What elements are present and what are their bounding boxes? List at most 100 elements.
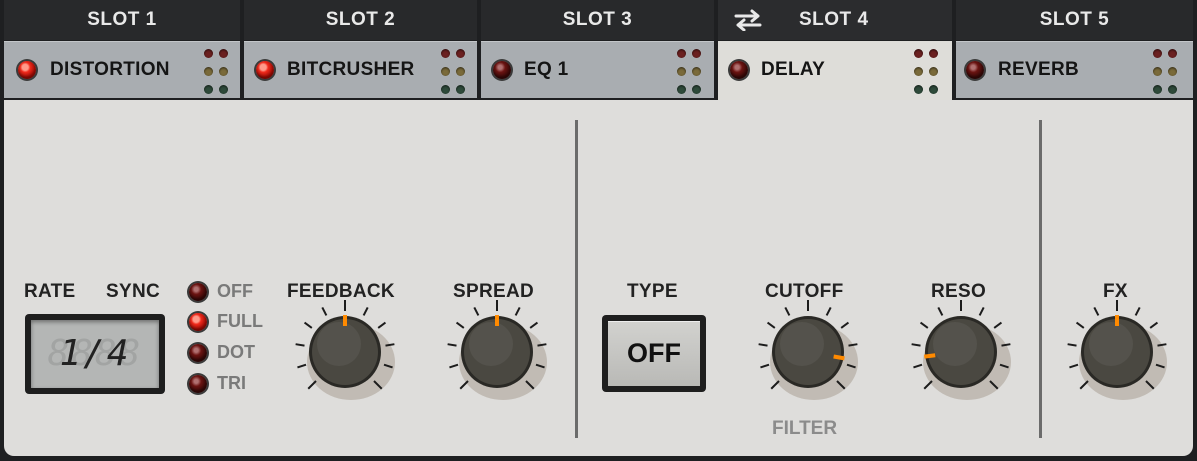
grip-dot <box>1153 67 1162 76</box>
sync-dot-led[interactable] <box>189 344 207 362</box>
swap-arrows-icon[interactable] <box>732 9 764 31</box>
sync-label: SYNC <box>106 281 160 302</box>
knob-tick <box>1075 321 1085 329</box>
slot-2-grip-dots-icon[interactable] <box>441 49 471 94</box>
knob-highlight <box>469 322 513 366</box>
grip-dot <box>677 49 686 58</box>
grip-dot <box>204 67 213 76</box>
spread-knob[interactable] <box>437 292 557 412</box>
knob-tick <box>1001 343 1011 347</box>
slot-5-power-led[interactable] <box>966 61 984 79</box>
sync-dot-label[interactable]: DOT <box>217 342 255 363</box>
slot-3-body[interactable]: EQ 1 <box>481 41 714 98</box>
slot-1-power-led[interactable] <box>18 61 36 79</box>
rate-display[interactable]: 8888 1/4 <box>25 314 165 394</box>
filter-section-label: FILTER <box>772 418 838 439</box>
knob-tick <box>385 343 395 347</box>
sync-tri-led[interactable] <box>189 375 207 393</box>
slot-5-body[interactable]: REVERB <box>956 41 1193 98</box>
reso-knob[interactable] <box>901 292 1021 412</box>
knob-tick <box>473 306 480 316</box>
rate-label: RATE <box>24 281 76 302</box>
feedback-knob[interactable] <box>285 292 405 412</box>
slot-3-effect-name: EQ 1 <box>524 59 569 80</box>
slot-3-power-led[interactable] <box>493 61 511 79</box>
type-button-frame[interactable]: OFF <box>602 315 706 392</box>
grip-dot <box>456 67 465 76</box>
knob-highlight <box>317 322 361 366</box>
grip-dot <box>692 67 701 76</box>
slot-3-grip-dots-icon[interactable] <box>677 49 707 94</box>
grip-dot <box>914 67 923 76</box>
slot-4-effect-name: DELAY <box>761 59 826 80</box>
slot-1[interactable]: SLOT 1 DISTORTION <box>4 0 240 100</box>
grip-dot <box>929 85 938 94</box>
grip-dot <box>929 67 938 76</box>
slot-4-grip-dots-icon[interactable] <box>914 49 944 94</box>
knob-pointer <box>833 354 845 361</box>
section-divider <box>1039 120 1042 438</box>
sync-off-led[interactable] <box>189 283 207 301</box>
knob-tick <box>529 321 539 329</box>
slot-2[interactable]: SLOT 2 BITCRUSHER <box>244 0 477 100</box>
slot-3-header[interactable]: SLOT 3 <box>481 0 714 40</box>
fx-knob[interactable] <box>1057 292 1177 412</box>
knob-tick <box>295 343 305 347</box>
section-divider <box>575 120 578 438</box>
knob-tick <box>993 321 1003 329</box>
knob-tick <box>537 343 547 347</box>
knob-tick <box>760 363 770 369</box>
knob-tick <box>307 380 317 390</box>
sync-full-led[interactable] <box>189 313 207 331</box>
knob-tick <box>770 380 780 390</box>
knob-highlight <box>780 322 824 366</box>
knob-tick <box>1079 380 1089 390</box>
rate-value: 1/4 <box>59 333 131 374</box>
slot-1-body[interactable]: DISTORTION <box>4 41 240 98</box>
grip-dot <box>204 49 213 58</box>
rate-lcd[interactable]: 8888 1/4 <box>31 320 159 388</box>
slot-1-effect-name: DISTORTION <box>50 59 170 80</box>
grip-dot <box>914 85 923 94</box>
grip-dot <box>441 85 450 94</box>
slot-4[interactable]: SLOT 4 DELAY <box>718 0 952 104</box>
slot-1-grip-dots-icon[interactable] <box>204 49 234 94</box>
grip-dot <box>677 85 686 94</box>
type-button[interactable]: OFF <box>608 321 700 386</box>
knob-tick <box>455 321 465 329</box>
slot-5-header[interactable]: SLOT 5 <box>956 0 1193 40</box>
slot-2-body[interactable]: BITCRUSHER <box>244 41 477 98</box>
sync-full-label[interactable]: FULL <box>217 311 263 332</box>
grip-dot <box>1168 85 1177 94</box>
knob-tick <box>1149 321 1159 329</box>
slot-2-header[interactable]: SLOT 2 <box>244 0 477 40</box>
sync-off-label[interactable]: OFF <box>217 281 253 302</box>
knob-tick <box>758 343 768 347</box>
slot-4-body[interactable]: DELAY <box>718 41 952 104</box>
grip-dot <box>1168 49 1177 58</box>
knob-tick <box>848 343 858 347</box>
slot-5-effect-name: REVERB <box>998 59 1079 80</box>
knob-tick <box>978 306 985 316</box>
slot-2-power-led[interactable] <box>256 61 274 79</box>
grip-dot <box>692 49 701 58</box>
knob-tick <box>303 321 313 329</box>
grip-dot <box>929 49 938 58</box>
knob-tick <box>377 321 387 329</box>
spread-knob-graphic <box>447 300 547 400</box>
slot-4-header[interactable]: SLOT 4 <box>718 0 952 40</box>
slot-4-power-led[interactable] <box>730 61 748 79</box>
grip-dot <box>219 49 228 58</box>
cutoff-knob[interactable] <box>748 292 868 412</box>
slot-1-header[interactable]: SLOT 1 <box>4 0 240 40</box>
slot-5-grip-dots-icon[interactable] <box>1153 49 1183 94</box>
sync-tri-label[interactable]: TRI <box>217 373 246 394</box>
grip-dot <box>677 67 686 76</box>
knob-tick <box>784 306 791 316</box>
slot-3[interactable]: SLOT 3 EQ 1 <box>481 0 714 100</box>
grip-dot <box>456 85 465 94</box>
knob-tick <box>919 321 929 329</box>
knob-pointer <box>924 353 936 359</box>
slot-5[interactable]: SLOT 5 REVERB <box>956 0 1193 100</box>
grip-dot <box>1153 85 1162 94</box>
